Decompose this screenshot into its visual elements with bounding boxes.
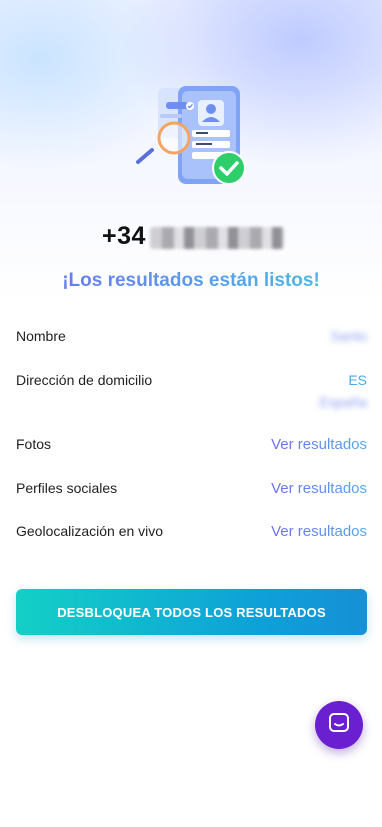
row-label: Fotos (16, 436, 52, 452)
row-label: Nombre (16, 328, 66, 344)
row-direccion: Dirección de domicilio ES España (16, 372, 367, 410)
row-fotos: Fotos Ver resultados (16, 436, 367, 453)
chat-button[interactable] (315, 701, 363, 749)
phone-search-illustration (130, 82, 254, 190)
phone-number-redacted (149, 226, 284, 249)
row-label: Dirección de domicilio (16, 372, 153, 388)
phone-prefix: +34 (102, 222, 146, 250)
results-page: +34 ¡Los resultados están listos! Nombre… (0, 0, 382, 827)
ver-resultados-link-geolocalizacion[interactable]: Ver resultados (271, 523, 367, 540)
row-label: Perfiles sociales (16, 480, 118, 496)
unlock-all-results-button[interactable]: DESBLOQUEA TODOS LOS RESULTADOS (16, 589, 367, 635)
ver-resultados-link-fotos[interactable]: Ver resultados (271, 436, 367, 453)
country-name-blurred: España (319, 394, 367, 410)
results-ready-headline: ¡Los resultados están listos! (0, 270, 382, 292)
chat-bubble-icon (327, 711, 351, 740)
row-perfiles-sociales: Perfiles sociales Ver resultados (16, 480, 367, 497)
row-nombre: Nombre Santo (16, 328, 367, 344)
ver-resultados-link-perfiles[interactable]: Ver resultados (271, 480, 367, 497)
phone-number: +34 (102, 222, 284, 251)
row-value-address: ES España (320, 372, 367, 410)
row-value-blurred: Santo (330, 328, 367, 344)
row-geolocalizacion: Geolocalización en vivo Ver resultados (16, 523, 367, 540)
row-label: Geolocalización en vivo (16, 523, 164, 539)
country-code: ES (348, 372, 367, 388)
